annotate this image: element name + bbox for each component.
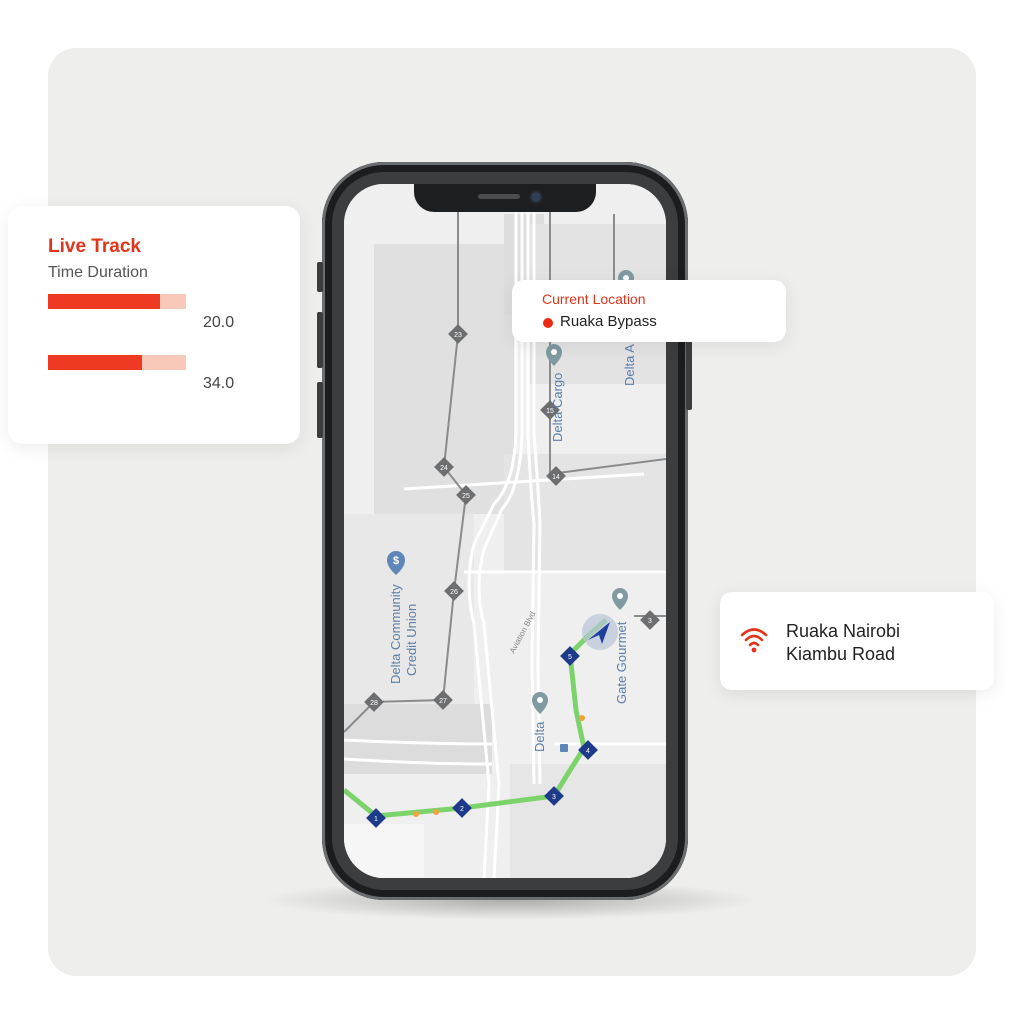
bus-stop-icon xyxy=(560,744,568,752)
navigation-arrow-icon[interactable] xyxy=(582,614,618,650)
location-dot-icon xyxy=(543,318,553,328)
duration-value-2: 34.0 xyxy=(203,375,235,392)
grey-marker-label: 27 xyxy=(439,698,447,705)
duration-bar-2-fill xyxy=(48,355,142,370)
current-location-title: Current Location xyxy=(542,291,646,307)
map-label-credit-union-line1: Delta Community xyxy=(388,584,403,684)
duration-bar-1-fill xyxy=(48,294,160,309)
duration-value-1: 20.0 xyxy=(203,314,235,331)
live-track-card: Live Track Time Duration 20.0 34.0 xyxy=(8,206,300,444)
grey-marker-label: 26 xyxy=(450,589,458,596)
road-name-line1: Ruaka Nairobi xyxy=(786,621,901,641)
svg-text:$: $ xyxy=(393,555,399,567)
live-track-title: Live Track xyxy=(48,236,141,257)
volume-down-button xyxy=(317,382,323,438)
grey-marker-label: 14 xyxy=(552,474,560,481)
grey-marker-label: 24 xyxy=(440,465,448,472)
duration-bar-1 xyxy=(48,294,186,309)
map-label-credit-union-line2: Credit Union xyxy=(404,604,419,676)
map-label-delta: Delta xyxy=(532,721,547,752)
route-stop-marker-label: 4 xyxy=(586,748,590,755)
duration-bar-2 xyxy=(48,355,186,370)
route-stop-marker-label: 3 xyxy=(552,794,556,801)
phone-speaker xyxy=(478,194,520,199)
map-label-delta-a: Delta A xyxy=(622,344,637,386)
current-location-card[interactable]: Current Location Ruaka Bypass xyxy=(512,280,786,342)
grey-marker-label: 3 xyxy=(648,618,652,625)
volume-up-button xyxy=(317,312,323,368)
grey-marker-label: 25 xyxy=(462,493,470,500)
time-duration-label: Time Duration xyxy=(48,264,148,281)
road-card[interactable]: Ruaka Nairobi Kiambu Road xyxy=(720,592,994,690)
silent-switch xyxy=(317,262,323,292)
road-name-line2: Kiambu Road xyxy=(786,644,896,664)
road-name: Ruaka Nairobi Kiambu Road xyxy=(786,620,986,666)
power-button xyxy=(686,330,692,410)
grey-marker-label: 23 xyxy=(454,332,462,339)
phone-camera xyxy=(531,192,541,202)
route-stop-marker-label: 5 xyxy=(568,654,572,661)
route-stop-marker-label: 1 xyxy=(374,816,378,823)
stage: 23 24 25 26 27 28 15 14 3 12345 $ Delta … xyxy=(0,0,1024,1024)
map-label-cargo: Delta Cargo xyxy=(550,373,565,442)
signal-icon xyxy=(740,628,768,653)
map-label-gate: Gate Gourmet xyxy=(614,621,629,704)
grey-marker-label: 28 xyxy=(370,700,378,707)
map-block xyxy=(504,454,666,574)
current-location-place: Ruaka Bypass xyxy=(560,313,657,330)
route-stop-marker-label: 2 xyxy=(460,806,464,813)
